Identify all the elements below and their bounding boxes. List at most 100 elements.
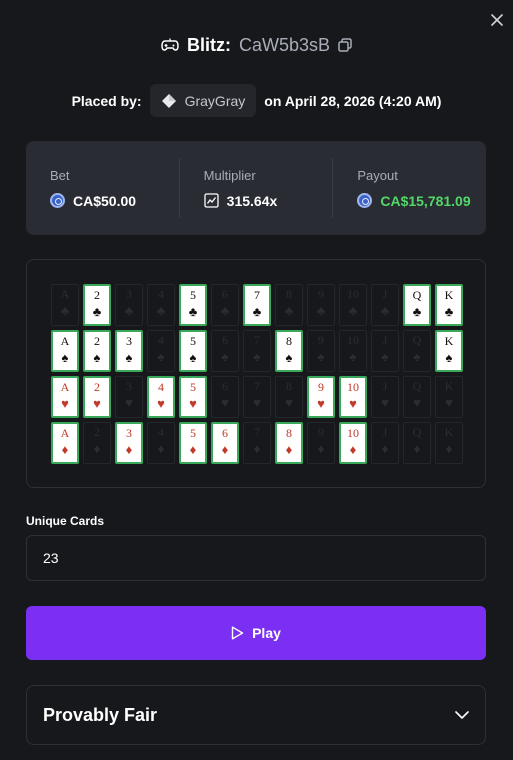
card-7-3: 7 ♦ [243, 422, 271, 464]
payout-label: Payout [357, 167, 398, 183]
card-2-2: 2 ♥ [83, 376, 111, 418]
card-suit-icon: ♦ [253, 441, 261, 456]
bet-label: Bet [50, 167, 70, 183]
card-rank: 8 [286, 426, 292, 440]
card-a-0: A ♣ [51, 284, 79, 326]
card-4-3: 4 ♦ [147, 422, 175, 464]
card-suit-icon: ♣ [412, 304, 422, 319]
bet-id: CaW5b3sB [238, 34, 331, 55]
card-10-1: 10 ♠ [339, 330, 367, 372]
close-button[interactable] [487, 10, 507, 30]
card-suit-icon: ♠ [253, 349, 261, 364]
card-9-3: 9 ♦ [307, 422, 335, 464]
card-k-2: K ♥ [435, 376, 463, 418]
card-rank: 6 [222, 287, 228, 301]
card-rank: 10 [347, 426, 359, 440]
card-suit-icon: ♣ [444, 304, 454, 319]
card-rank: 8 [286, 334, 292, 348]
card-rank: 5 [190, 426, 196, 440]
card-suit-icon: ♦ [189, 442, 197, 457]
card-suit-icon: ♥ [445, 395, 453, 410]
card-suit-icon: ♣ [284, 303, 294, 318]
card-rank: 9 [318, 333, 324, 347]
payout-stat: Payout CA$15,781.09 [332, 158, 486, 218]
card-rank: 2 [94, 334, 100, 348]
close-icon [491, 14, 503, 26]
copy-icon[interactable] [338, 38, 352, 52]
card-suit-icon: ♣ [348, 303, 358, 318]
card-suit-icon: ♣ [188, 304, 198, 319]
card-suit-icon: ♥ [221, 395, 229, 410]
card-6-2: 6 ♥ [211, 376, 239, 418]
card-2-3: 2 ♦ [83, 422, 111, 464]
card-suit-icon: ♥ [413, 395, 421, 410]
card-3-3: 3 ♦ [115, 422, 143, 464]
card-suit-icon: ♥ [125, 395, 133, 410]
card-9-2: 9 ♥ [307, 376, 335, 418]
card-suit-icon: ♦ [317, 441, 325, 456]
card-board: A ♣ 2 ♣ 3 ♣ 4 ♣ 5 ♣ 6 ♣ 7 ♣ 8 ♣ 9 ♣ 10 ♣ J ♣ Q ♣ K ♣ A ♠ 2 ♠ 3 ♠ 4 ♠ 5 ♠ 6 ♠ 7… [26, 259, 486, 488]
card-2-0: 2 ♣ [83, 284, 111, 326]
card-suit-icon: ♣ [380, 303, 390, 318]
card-q-2: Q ♥ [403, 376, 431, 418]
unique-cards-input[interactable] [26, 535, 486, 581]
card-suit-icon: ♦ [93, 441, 101, 456]
placed-by-label: Placed by: [71, 92, 142, 109]
card-suit-icon: ♦ [381, 441, 389, 456]
card-q-0: Q ♣ [403, 284, 431, 326]
multiplier-stat: Multiplier 315.64x [178, 158, 333, 218]
card-rank: A [60, 380, 70, 394]
user-chip[interactable]: GrayGray [149, 84, 257, 117]
card-grid: A ♣ 2 ♣ 3 ♣ 4 ♣ 5 ♣ 6 ♣ 7 ♣ 8 ♣ 9 ♣ 10 ♣ J ♣ Q ♣ K ♣ A ♠ 2 ♠ 3 ♠ 4 ♠ 5 ♠ 6 ♠ 7… [51, 284, 463, 464]
card-3-0: 3 ♣ [115, 284, 143, 326]
card-suit-icon: ♠ [381, 349, 389, 364]
card-rank: 2 [94, 425, 100, 439]
card-suit-icon: ♠ [317, 349, 325, 364]
play-icon [231, 626, 244, 640]
card-4-1: 4 ♠ [147, 330, 175, 372]
play-button[interactable]: Play [26, 606, 486, 660]
card-8-1: 8 ♠ [275, 330, 303, 372]
card-7-1: 7 ♠ [243, 330, 271, 372]
card-suit-icon: ♥ [157, 396, 165, 411]
card-suit-icon: ♠ [221, 349, 229, 364]
card-q-3: Q ♦ [403, 422, 431, 464]
payout-amount: CA$15,781.09 [380, 192, 471, 209]
card-suit-icon: ♦ [349, 442, 357, 457]
game-name: Blitz: [186, 34, 231, 55]
card-7-2: 7 ♥ [243, 376, 271, 418]
card-suit-icon: ♠ [157, 349, 165, 364]
card-rank: 6 [222, 426, 228, 440]
card-rank: K [444, 288, 454, 302]
modal-title: Blitz: CaW5b3sB [0, 33, 513, 57]
card-rank: 7 [254, 425, 260, 439]
card-rank: 4 [158, 333, 164, 347]
card-j-2: J ♥ [371, 376, 399, 418]
card-6-1: 6 ♠ [211, 330, 239, 372]
card-a-2: A ♥ [51, 376, 79, 418]
placed-date: on April 28, 2026 (4:20 AM) [264, 92, 442, 109]
bet-amount: CA$50.00 [73, 192, 137, 209]
card-rank: J [382, 333, 388, 347]
card-9-1: 9 ♠ [307, 330, 335, 372]
gamepad-icon [161, 38, 179, 51]
card-4-2: 4 ♥ [147, 376, 175, 418]
card-k-3: K ♦ [435, 422, 463, 464]
card-suit-icon: ♦ [157, 441, 165, 456]
bet-stat: Bet CA$50.00 [26, 158, 179, 218]
card-5-0: 5 ♣ [179, 284, 207, 326]
card-q-1: Q ♠ [403, 330, 431, 372]
card-j-3: J ♦ [371, 422, 399, 464]
unique-cards-label: Unique Cards [26, 514, 105, 528]
card-suit-icon: ♠ [349, 349, 357, 364]
card-10-3: 10 ♦ [339, 422, 367, 464]
card-rank: J [382, 425, 388, 439]
provably-fair-accordion[interactable]: Provably Fair [26, 685, 486, 745]
card-7-0: 7 ♣ [243, 284, 271, 326]
card-rank: 3 [126, 379, 132, 393]
card-suit-icon: ♥ [317, 396, 325, 411]
card-rank: K [444, 334, 454, 348]
card-rank: 8 [286, 287, 292, 301]
card-rank: 5 [190, 288, 196, 302]
card-suit-icon: ♠ [285, 350, 293, 365]
